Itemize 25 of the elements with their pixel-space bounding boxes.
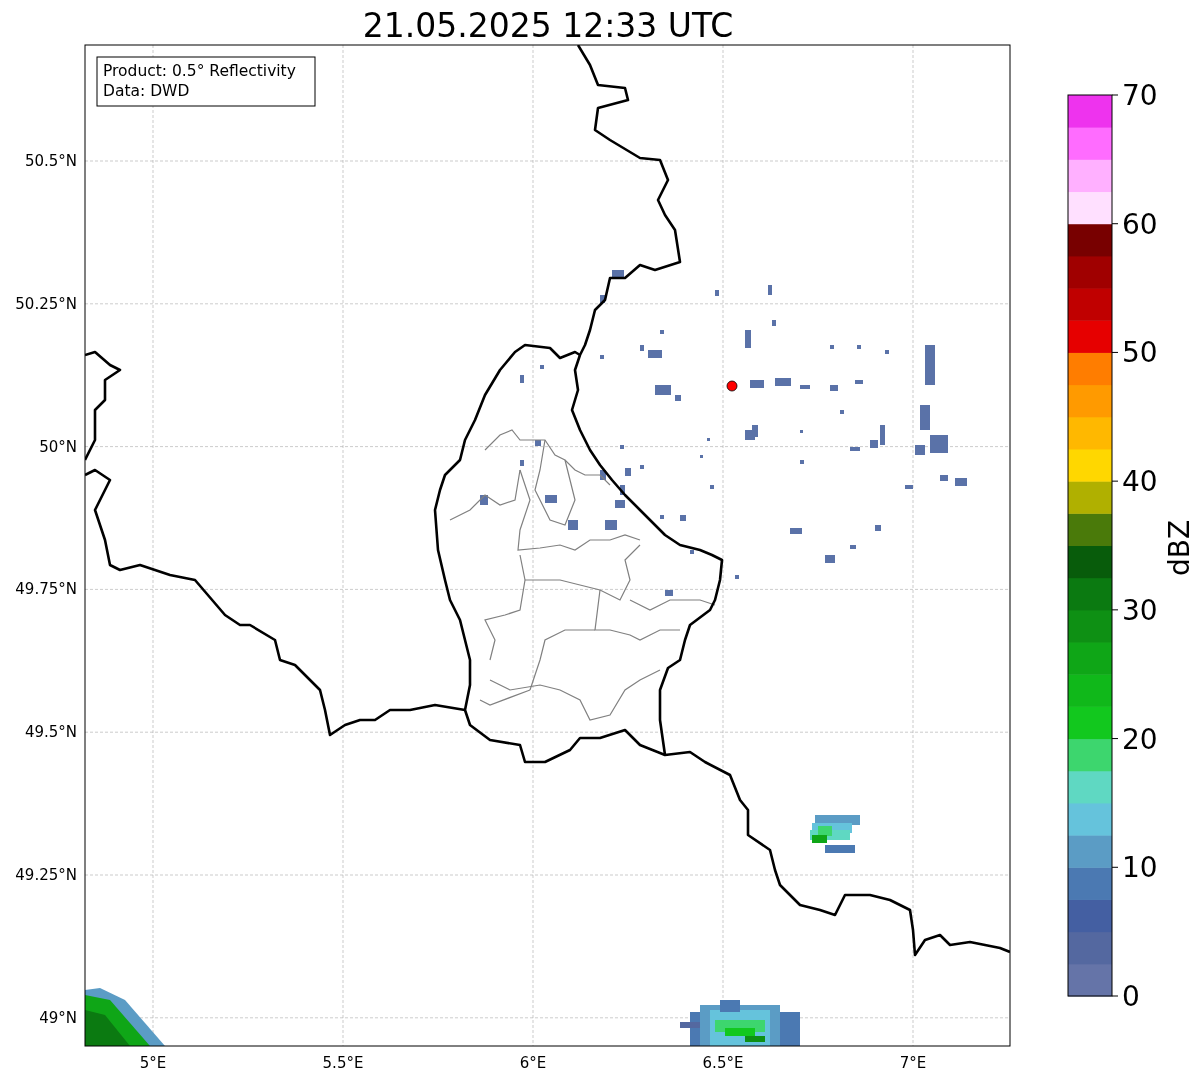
colorbar-tick-label: 0: [1122, 980, 1140, 1013]
axis-tick-label: 5°E: [139, 1054, 167, 1072]
axis-tick-label: 49.5°N: [24, 723, 77, 742]
axis-tick-label: 7°E: [899, 1054, 927, 1072]
colorbar-tick-label: 70: [1122, 79, 1158, 112]
colorbar-tick-label: 40: [1122, 465, 1158, 499]
axis-tick-label: 50.5°N: [24, 152, 77, 170]
info-text: Data: DWD: [103, 82, 190, 100]
chart-title: 21.05.2025 12:33 UTC: [362, 6, 734, 45]
axis-tick-label: 6°E: [519, 1054, 547, 1072]
axis-tick-label: 49.75°N: [15, 580, 77, 599]
axis-tick-label: 50°N: [39, 437, 77, 456]
radar-site-marker: [726, 380, 738, 392]
colorbar-tick-label: 10: [1122, 851, 1158, 885]
axis-tick-label: 6.5°E: [702, 1054, 744, 1072]
colorbar-tick-label: 30: [1122, 593, 1158, 627]
axis-tick-label: 50.25°N: [15, 294, 77, 313]
axis-tick-label: 49°N: [39, 1008, 77, 1027]
colorbar-label: dBZ: [1163, 519, 1196, 577]
axis-tick-label: 5.5°E: [322, 1054, 364, 1072]
axis-tick-label: 49.25°N: [15, 866, 77, 884]
colorbar-tick-label: 20: [1122, 722, 1158, 756]
colorbar-tick-label: 50: [1122, 336, 1158, 370]
info-text: Product: 0.5° Reflectivity: [103, 62, 296, 80]
colorbar-tick-label: 60: [1122, 207, 1158, 241]
